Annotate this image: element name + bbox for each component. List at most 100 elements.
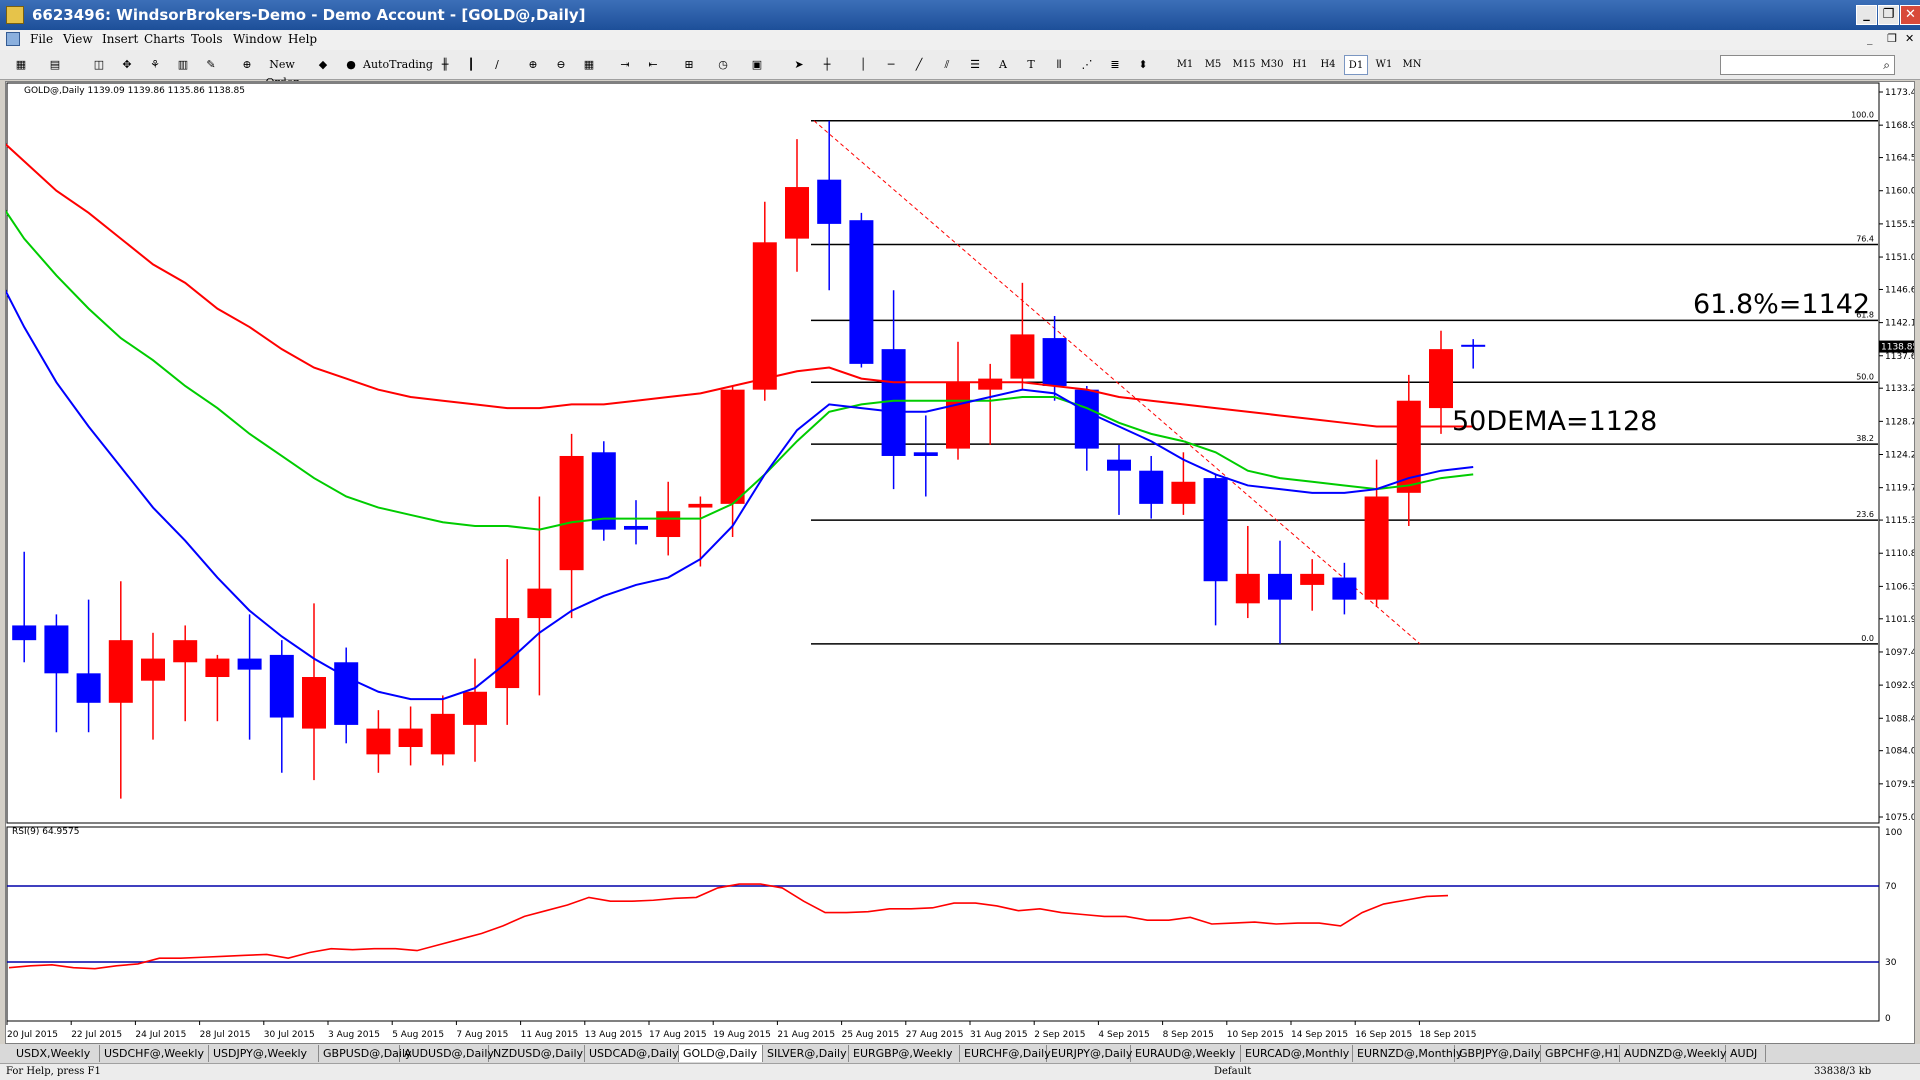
candle-body [1042,338,1067,386]
close-button[interactable]: ✕ [1900,5,1920,25]
arrows-icon[interactable]: ⬍ [1132,55,1154,75]
indicators-icon[interactable]: ⊞ [678,55,700,75]
symbol-tab[interactable]: EURJPY@,Daily [1047,1045,1132,1062]
menu-view[interactable]: View [63,32,93,46]
price-tick-label: 1155.50 [1885,220,1914,230]
line-chart-icon[interactable]: ∕ [486,55,508,75]
terminal-icon[interactable]: ▥ [172,55,194,75]
date-label: 24 Jul 2015 [135,1030,186,1040]
auto-scroll-icon[interactable]: ⇥ [614,55,636,75]
metaeditor-icon[interactable]: ◆ [312,55,334,75]
tester-icon[interactable]: ✎ [200,55,222,75]
date-label: 20 Jul 2015 [7,1030,58,1040]
symbol-tab[interactable]: USDCAD@,Daily [585,1045,679,1062]
symbol-tab[interactable]: GOLD@,Daily [679,1045,763,1062]
rsi-axis-label: 100 [1885,828,1902,838]
price-tick-label: 1151.00 [1885,253,1914,263]
fib-level-label: 23.6 [1856,510,1874,519]
mdi-restore-icon[interactable]: ❐ [1887,32,1897,45]
symbol-tab[interactable]: AUDUSD@,Daily [400,1045,494,1062]
timeframe-m1[interactable]: M1 [1173,55,1197,75]
menu-tools[interactable]: Tools [191,32,223,46]
symbol-tab[interactable]: USDX,Weekly [12,1045,100,1062]
timeframe-h1[interactable]: H1 [1288,55,1312,75]
autotrading-button[interactable]: AutoTrading [362,55,433,75]
symbol-tab[interactable]: USDJPY@,Weekly [209,1045,319,1062]
new-chart-icon[interactable]: ▦ [10,55,32,75]
symbol-tab[interactable]: EURCHF@,Daily [960,1045,1051,1062]
symbol-tab[interactable]: EURNZD@,Monthly [1353,1045,1462,1062]
timeframe-m30[interactable]: M30 [1258,55,1286,75]
menu-charts[interactable]: Charts [144,32,185,46]
document-icon[interactable] [6,32,20,46]
crosshair-icon[interactable]: ┼ [816,55,838,75]
text-label-icon[interactable]: T [1020,55,1042,75]
autotrading-icon[interactable]: ● [340,55,362,75]
candle-body [688,503,713,508]
menu-window[interactable]: Window [233,32,282,46]
timeframe-d1[interactable]: D1 [1344,55,1368,75]
mdi-minimize-icon[interactable]: _ [1867,32,1873,45]
candle-body [913,452,938,456]
symbol-tab[interactable]: EURCAD@,Monthly [1241,1045,1353,1062]
zoom-out-icon[interactable]: ⊖ [550,55,572,75]
chart-shift-icon[interactable]: ⇤ [642,55,664,75]
trendline-icon[interactable]: ╱ [908,55,930,75]
timeframe-mn[interactable]: MN [1400,55,1424,75]
symbol-tab[interactable]: GBPUSD@,Daily [319,1045,412,1062]
mdi-close-icon[interactable]: ✕ [1905,32,1914,45]
search-field[interactable]: ⌕ [1720,55,1895,75]
horizontal-line-icon[interactable]: ─ [880,55,902,75]
date-label: 21 Aug 2015 [777,1030,835,1040]
cursor-icon[interactable]: ➤ [788,55,810,75]
timeframe-m15[interactable]: M15 [1230,55,1258,75]
gold-daily-chart[interactable]: 100.076.461.850.038.223.60.0 1173.401168… [0,82,1920,1043]
symbol-tab[interactable]: EURAUD@,Weekly [1131,1045,1241,1062]
restore-button[interactable]: ❐ [1878,5,1899,25]
symbol-tab[interactable]: EURGBP@,Weekly [849,1045,960,1062]
candle-body [849,220,874,364]
symbol-tab[interactable]: GBPJPY@,Daily [1455,1045,1541,1062]
navigator-icon[interactable]: ✥ [116,55,138,75]
profiles-icon[interactable]: ▤ [44,55,66,75]
new-order-button[interactable]: New Order [256,55,308,89]
candlestick-icon[interactable]: ┃ [460,55,482,75]
timeframe-m5[interactable]: M5 [1201,55,1225,75]
price-tick-label: 1124.20 [1885,451,1914,461]
minimize-button[interactable]: _ [1856,5,1877,25]
symbol-tab[interactable]: SILVER@,Daily [763,1045,849,1062]
templates-icon[interactable]: ▣ [746,55,768,75]
timeframe-w1[interactable]: W1 [1372,55,1396,75]
menu-insert[interactable]: Insert [102,32,138,46]
search-icon[interactable]: ⌕ [1883,58,1890,73]
symbol-tab[interactable]: USDCHF@,Weekly [100,1045,209,1062]
menu-help[interactable]: Help [288,32,317,46]
timeframe-h4[interactable]: H4 [1316,55,1340,75]
tile-windows-icon[interactable]: ▦ [578,55,600,75]
periods-icon[interactable]: ◷ [712,55,734,75]
market-watch-icon[interactable]: ◫ [88,55,110,75]
text-icon[interactable]: A [992,55,1014,75]
candle-body [269,654,294,718]
fib-level-label: 50.0 [1856,372,1874,381]
fibonacci-icon[interactable]: ☰ [964,55,986,75]
symbol-tab[interactable]: NZDUSD@,Daily [489,1045,585,1062]
new-order-icon[interactable]: ⊕ [236,55,258,75]
fibo-time-icon[interactable]: ⦀ [1048,55,1070,75]
candle-body [624,525,648,530]
data-window-icon[interactable]: ⚘ [144,55,166,75]
chart-window[interactable]: 100.076.461.850.038.223.60.0 1173.401168… [0,81,1920,1044]
symbol-tab[interactable]: GBPCHF@,H1 [1541,1045,1620,1062]
equidistant-channel-icon[interactable]: ⫽ [936,55,958,75]
zoom-in-icon[interactable]: ⊕ [522,55,544,75]
price-tick-label: 1137.60 [1885,352,1914,362]
menu-file[interactable]: File [30,32,53,46]
bar-chart-icon[interactable]: ╫ [434,55,456,75]
symbol-tab[interactable]: AUDJ [1726,1045,1766,1062]
symbol-tab[interactable]: AUDNZD@,Weekly [1620,1045,1726,1062]
fibo-fan-icon[interactable]: ⋰ [1076,55,1098,75]
price-tick-label: 1110.80 [1885,549,1914,559]
rsi-header: RSI(9) 64.9575 [12,827,79,837]
fibo-arc-icon[interactable]: ≣ [1104,55,1126,75]
vertical-line-icon[interactable]: │ [852,55,874,75]
